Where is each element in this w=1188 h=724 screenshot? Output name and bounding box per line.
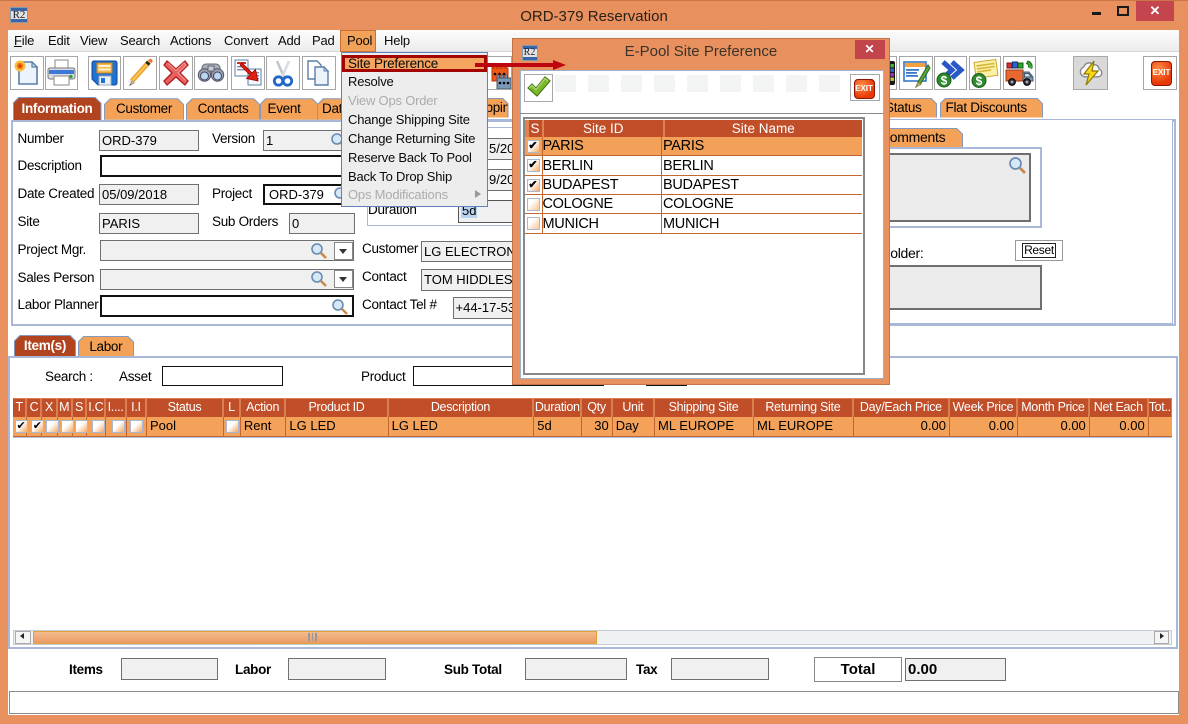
svg-text:$: $ [941,74,948,88]
svg-text:$: $ [975,74,982,88]
